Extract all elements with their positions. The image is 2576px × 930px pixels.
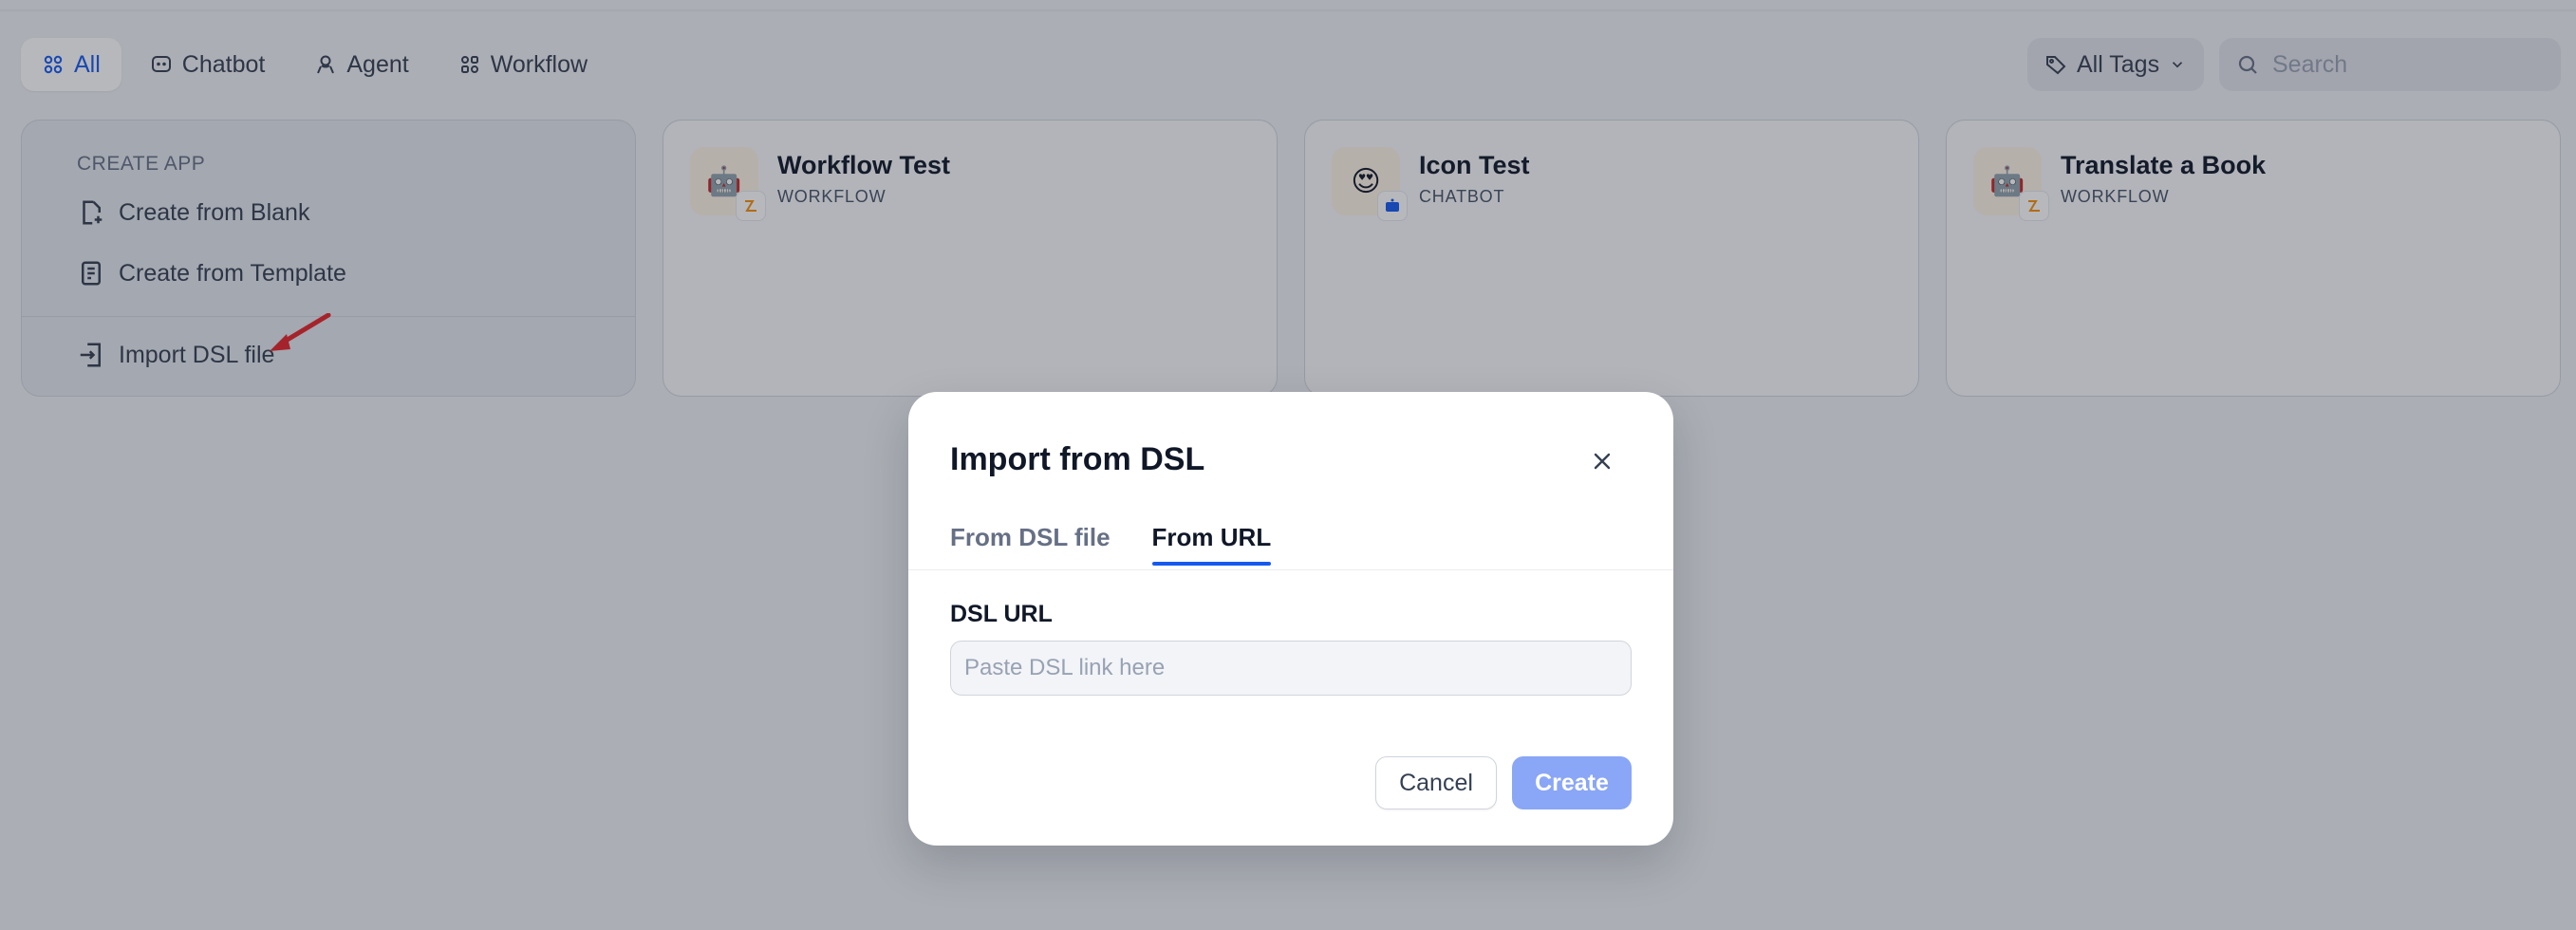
dialog-title: Import from DSL <box>950 441 1205 477</box>
close-icon <box>1594 453 1611 470</box>
create-button[interactable]: Create <box>1512 756 1632 809</box>
cancel-button[interactable]: Cancel <box>1375 756 1497 809</box>
import-dsl-dialog: Import from DSL From DSL file From URL D… <box>908 392 1673 846</box>
dsl-url-input[interactable] <box>950 641 1632 696</box>
tab-from-url[interactable]: From URL <box>1151 523 1271 566</box>
import-source-tabs: From DSL file From URL <box>950 523 1271 566</box>
tab-from-dsl-file[interactable]: From DSL file <box>950 523 1111 566</box>
close-button[interactable] <box>1586 445 1618 477</box>
dsl-url-label: DSL URL <box>950 601 1053 627</box>
dialog-divider <box>908 569 1673 570</box>
